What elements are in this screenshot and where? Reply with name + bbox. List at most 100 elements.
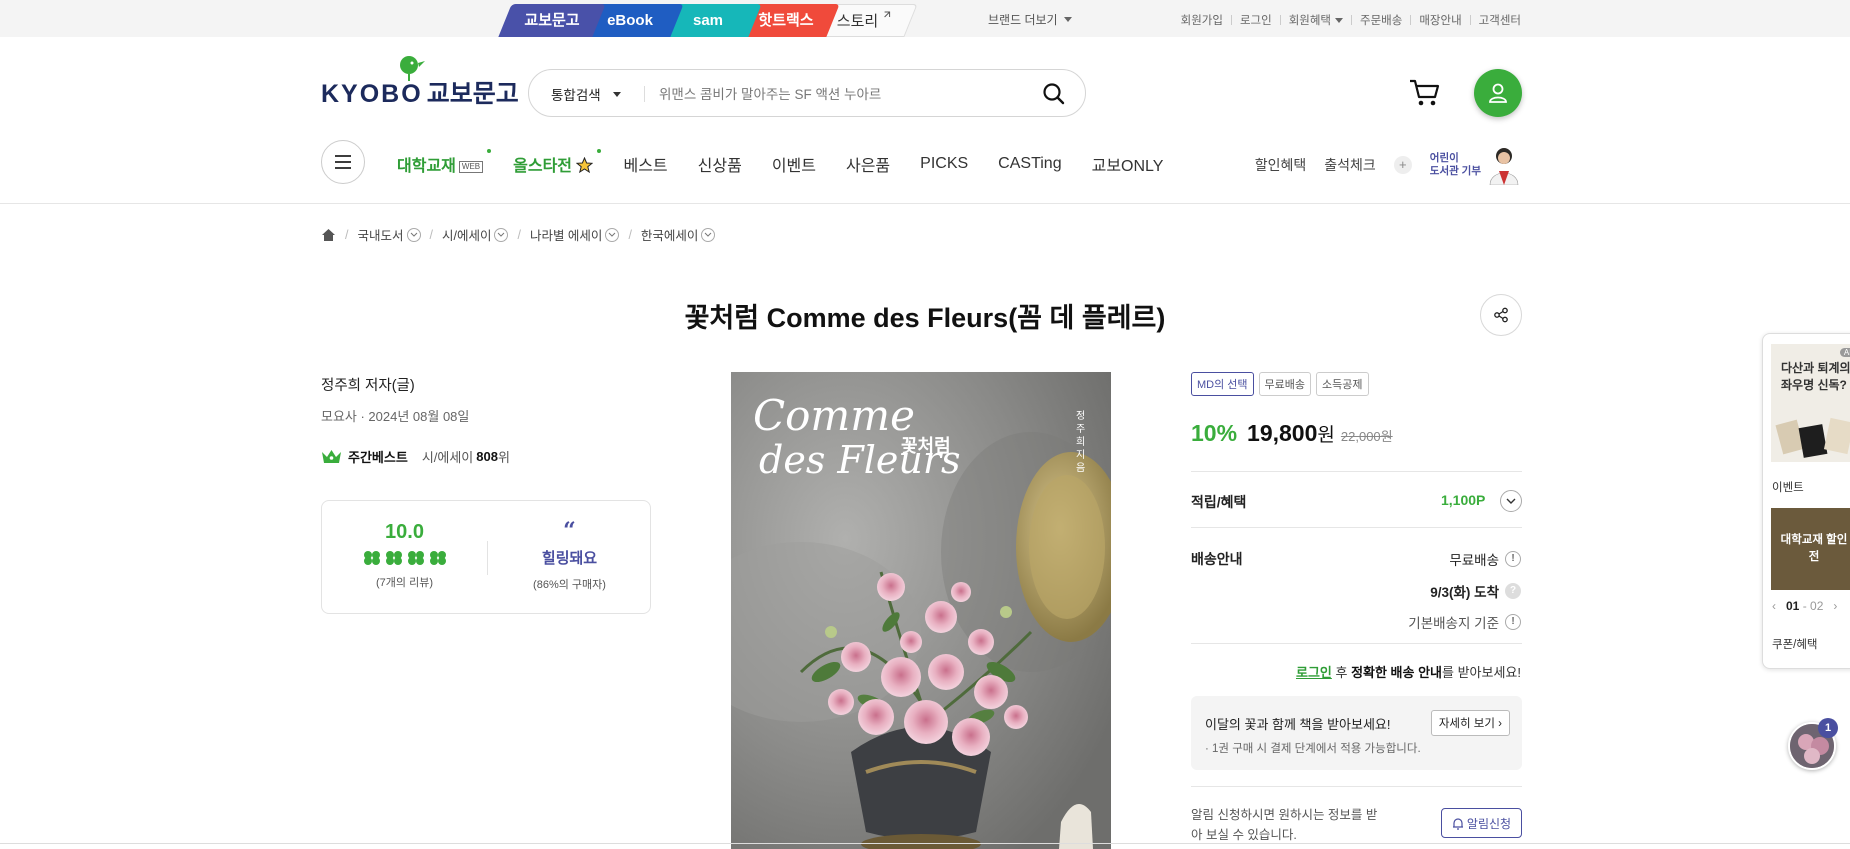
- tag-free-shipping: 무료배송: [1258, 372, 1312, 396]
- quote-icon: “: [563, 518, 576, 544]
- util-login[interactable]: 로그인: [1240, 12, 1272, 28]
- clover-icon: [407, 551, 424, 565]
- share-icon: [1494, 307, 1508, 323]
- clover-icon: [363, 551, 380, 565]
- util-orders[interactable]: 주문배송: [1360, 12, 1402, 28]
- logo-text: KYOBO 교보문고: [321, 74, 519, 110]
- shipping-free-label: 무료배송: [1449, 553, 1499, 568]
- cart-icon: [1410, 79, 1440, 106]
- bestseller-label: 주간베스트: [348, 450, 408, 465]
- nav-allstar[interactable]: 올스타전: [513, 149, 602, 176]
- chevron-down-icon: [701, 227, 716, 242]
- chevron-down-icon: [1506, 498, 1516, 504]
- kyobo-logo[interactable]: KYOBO 교보문고: [321, 54, 519, 110]
- donation-line-2: 도서관 기부: [1429, 165, 1481, 177]
- tag-tax-deduction: 소득공제: [1316, 372, 1369, 396]
- nav-events[interactable]: 이벤트: [772, 152, 816, 176]
- util-support[interactable]: 고객센터: [1479, 12, 1521, 28]
- tag-md-pick: MD의 선택: [1191, 372, 1254, 396]
- category-menu-button[interactable]: [321, 140, 365, 184]
- main-nav: 대학교재 WEB 올스타전 베스트 신상품 이벤트 사은품 PICKS CASTi…: [397, 149, 1193, 176]
- util-benefits-label: 회원혜택: [1288, 15, 1332, 27]
- clover-rating: [322, 550, 487, 566]
- home-icon[interactable]: [321, 228, 336, 242]
- login-note-mid: 후: [1331, 665, 1352, 680]
- logo-text-kr: 교보문고: [426, 80, 519, 108]
- nav-right: 할인혜택 출석체크 + 어린이 도서관 기부: [1255, 145, 1521, 185]
- plus-icon[interactable]: +: [1393, 156, 1412, 174]
- flower-promo-box: 이달의 꽃과 함께 책을 받아보세요! · 1권 구매 시 결제 단계에서 적용…: [1191, 696, 1522, 770]
- nav-new[interactable]: 신상품: [698, 152, 742, 176]
- info-icon[interactable]: !: [1505, 614, 1521, 630]
- flower-details-label: 자세히 보기: [1438, 718, 1495, 730]
- brand-tab-kyobo[interactable]: 교보문고: [498, 4, 606, 37]
- nav-casting[interactable]: CASTing: [998, 155, 1061, 173]
- nav-gifts[interactable]: 사은품: [846, 152, 890, 176]
- cover-author: 정주희 지음: [1076, 411, 1086, 474]
- chevron-down-icon: [494, 227, 509, 242]
- bell-icon: [1452, 817, 1463, 830]
- chevron-right-icon[interactable]: ›: [1833, 599, 1837, 613]
- my-account-button[interactable]: [1474, 69, 1522, 117]
- review-summary[interactable]: 10.0 (7개의 리뷰) “ 힐링돼요 (86%의 구매자): [321, 500, 651, 614]
- bestseller-rank[interactable]: 주간베스트 시/에세이 808 위: [321, 447, 510, 466]
- util-signup[interactable]: 회원가입: [1181, 12, 1223, 28]
- flower-promo-title: 이달의 꽃과 함께 책을 받아보세요!: [1205, 717, 1391, 732]
- search-category-select[interactable]: 통합검색: [551, 84, 621, 104]
- search-category-label: 통합검색: [551, 88, 601, 103]
- login-note-bold: 정확한 배송 안내: [1351, 665, 1443, 680]
- nav-picks[interactable]: PICKS: [920, 155, 968, 173]
- login-note-end: 를 받아보세요!: [1442, 665, 1521, 680]
- search-button[interactable]: [1041, 81, 1067, 107]
- product-tags: MD의 선택 무료배송 소득공제: [1191, 372, 1369, 396]
- flower-promo-subtitle: · 1권 구매 시 결제 단계에서 적용 가능합니다.: [1205, 743, 1421, 755]
- nav-kyobo-only[interactable]: 교보ONLY: [1092, 152, 1164, 176]
- breadcrumb-item[interactable]: 한국에세이: [641, 225, 716, 244]
- breadcrumb-item[interactable]: 나라별 에세이: [529, 225, 620, 244]
- chevron-left-icon[interactable]: ‹: [1772, 599, 1776, 613]
- nav-best[interactable]: 베스트: [623, 152, 667, 176]
- util-benefits[interactable]: 회원혜택: [1288, 12, 1344, 28]
- util-stores[interactable]: 매장안내: [1419, 12, 1461, 28]
- info-icon[interactable]: !: [1505, 551, 1521, 567]
- nav-attendance[interactable]: 출석체크: [1324, 155, 1376, 175]
- clover-icon: [385, 551, 402, 565]
- ad-banner-text: 다산과 퇴계의 좌우명 신독?: [1781, 361, 1850, 392]
- ad-badge: AD: [1839, 348, 1850, 357]
- cart-button[interactable]: [1408, 77, 1442, 109]
- nav-allstar-label: 올스타전: [513, 158, 573, 175]
- library-donation-link[interactable]: 어린이 도서관 기부: [1430, 152, 1481, 178]
- share-button[interactable]: [1480, 294, 1522, 336]
- ad-banner[interactable]: AD 다산과 퇴계의 좌우명 신독?: [1771, 344, 1850, 462]
- star-icon: [576, 156, 594, 174]
- nav-college-textbooks[interactable]: 대학교재 WEB: [397, 149, 492, 176]
- breadcrumb-label: 나라별 에세이: [529, 229, 603, 243]
- flower-details-button[interactable]: 자세히 보기 ›: [1430, 710, 1510, 736]
- floating-side-panel: AD 다산과 퇴계의 좌우명 신독? 이벤트 대학교재 할인전 ‹ 01 - 0…: [1762, 333, 1850, 669]
- external-link-icon: [884, 11, 890, 18]
- event-banner[interactable]: 대학교재 할인전: [1771, 508, 1850, 590]
- donation-person-image: [1489, 148, 1519, 185]
- coupon-label[interactable]: 쿠폰/혜택: [1772, 636, 1818, 652]
- breadcrumb-item[interactable]: 시/에세이: [442, 225, 509, 244]
- author[interactable]: 정주희 저자(글): [321, 374, 415, 395]
- login-link[interactable]: 로그인: [1296, 665, 1332, 680]
- review-score-block: 10.0 (7개의 리뷰): [322, 521, 487, 590]
- hamburger-menu-icon: [335, 155, 351, 169]
- bestseller-category: 시/에세이: [421, 450, 474, 465]
- benefit-expand-button[interactable]: [1500, 490, 1522, 512]
- breadcrumb-item[interactable]: 국내도서: [357, 225, 421, 244]
- review-keyword: 힐링돼요: [541, 550, 598, 567]
- search-input[interactable]: [659, 82, 1029, 106]
- help-icon[interactable]: ?: [1505, 583, 1521, 599]
- notify-button-label: 알림신청: [1466, 816, 1512, 831]
- notify-button[interactable]: 알림신청: [1441, 808, 1522, 838]
- notification-count-badge: 1: [1818, 718, 1838, 738]
- event-label[interactable]: 이벤트: [1772, 479, 1804, 495]
- publisher-date: 모요사 · 2024년 08월 08일: [321, 409, 470, 424]
- discount-rate: 10%: [1191, 420, 1238, 446]
- nav-discounts[interactable]: 할인혜택: [1255, 155, 1307, 175]
- cover-title-line-1: Comme: [753, 391, 915, 440]
- book-cover-image[interactable]: Comme des Fleurs 꽃처럼 정주희 지음: [731, 372, 1111, 849]
- brand-more-button[interactable]: 브랜드 더보기: [988, 11, 1072, 28]
